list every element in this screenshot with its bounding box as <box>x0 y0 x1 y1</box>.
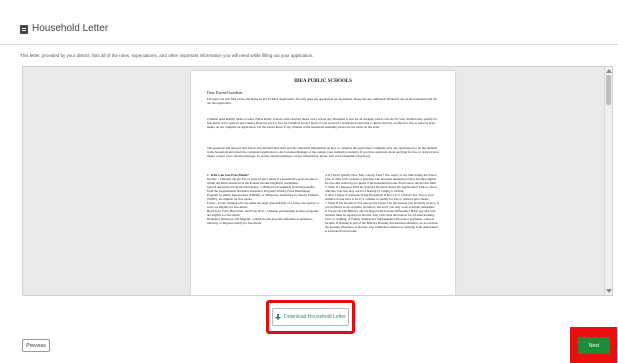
letter-bullet: Foster—Foster children who are under the… <box>207 201 320 209</box>
page-description: This letter, provided by your district, … <box>20 53 314 58</box>
previous-button-label: Previous <box>26 342 46 349</box>
next-button-label: Next <box>588 342 600 349</box>
letter-answer: 7. What If My Income Is Not Always the S… <box>325 201 439 209</box>
page-header: Household Letter <box>0 0 618 45</box>
letter-heading: IDEA PUBLIC SCHOOLS <box>294 79 352 84</box>
letter-paragraph: The questions and answers that follow an… <box>207 146 439 158</box>
document-icon <box>20 25 28 34</box>
page-title: Household Letter <box>32 23 109 34</box>
letter-answer: 5. What If I Disagree With the School's … <box>325 185 437 193</box>
download-button-label: Download Household Letter <box>284 314 346 320</box>
letter-bullet: Income—Children can get free or reduced … <box>207 177 318 185</box>
letter-bullet: Head Start, Early Head Start, and Even S… <box>207 209 319 217</box>
document-viewer[interactable]: IDEA PUBLIC SCHOOLS Dear Parent/Guardian… <box>22 66 613 296</box>
scroll-thumb[interactable] <box>606 75 611 105</box>
next-button[interactable]: Next <box>578 337 610 354</box>
download-household-letter-button[interactable]: Download Household Letter <box>272 308 349 326</box>
scroll-down-arrow-icon[interactable] <box>606 289 612 293</box>
letter-bullet: Special Assistance Program Participants—… <box>207 185 319 201</box>
letter-paragraph: Children need healthy meals to learn. ID… <box>207 117 438 129</box>
letter-answer: 8. We Are In The Military. Do We Report … <box>325 209 438 233</box>
scroll-up-arrow-icon[interactable] <box>606 69 612 73</box>
letter-answer: 6. May I Apply if Someone in My Househol… <box>325 193 434 201</box>
letter-answer: 4. If I Don't Qualify Now, May I Apply L… <box>325 173 437 185</box>
letter-salutation: Dear Parent/Guardian: <box>207 90 244 95</box>
download-icon <box>275 313 282 321</box>
letter-page: IDEA PUBLIC SCHOOLS Dear Parent/Guardian… <box>191 71 455 295</box>
letter-left-column: 1. Who Can Get Free Meals? Income—Childr… <box>207 173 321 225</box>
letter-intro: Enclosed you will find a Free and Reduce… <box>207 97 437 105</box>
letter-bullet: Homeless, Runaway, and Migrant—Children … <box>207 217 313 225</box>
letter-right-column: 4. If I Don't Qualify Now, May I Apply L… <box>325 173 439 233</box>
viewer-scrollbar[interactable] <box>604 67 612 295</box>
previous-button[interactable]: Previous <box>22 339 50 352</box>
